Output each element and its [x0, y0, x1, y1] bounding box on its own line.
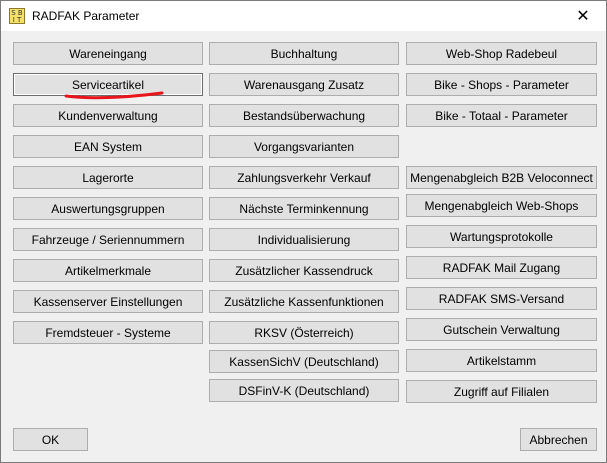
red-underline-annotation — [64, 91, 164, 100]
cancel-button[interactable]: Abbrechen — [520, 428, 597, 451]
dialog-window: S BI T RADFAK Parameter ✕ Wareneingang S… — [0, 0, 607, 463]
fahrzeuge-seriennummern-button[interactable]: Fahrzeuge / Seriennummern — [13, 228, 203, 251]
kundenverwaltung-button[interactable]: Kundenverwaltung — [13, 104, 203, 127]
wartungsprotokolle-button[interactable]: Wartungsprotokolle — [406, 225, 597, 248]
auswertungsgruppen-button[interactable]: Auswertungsgruppen — [13, 197, 203, 220]
vorgangsvarianten-button[interactable]: Vorgangsvarianten — [209, 135, 399, 158]
radfak-sms-versand-button[interactable]: RADFAK SMS-Versand — [406, 287, 597, 310]
warenausgang-zusatz-button[interactable]: Warenausgang Zusatz — [209, 73, 399, 96]
bike-totaal-parameter-button[interactable]: Bike - Totaal - Parameter — [406, 104, 597, 127]
zugriff-auf-filialen-button[interactable]: Zugriff auf Filialen — [406, 380, 597, 403]
zusaetzlicher-kassendruck-button[interactable]: Zusätzlicher Kassendruck — [209, 259, 399, 282]
naechste-terminkennung-button[interactable]: Nächste Terminkennung — [209, 197, 399, 220]
gutschein-verwaltung-button[interactable]: Gutschein Verwaltung — [406, 318, 597, 341]
mengenabgleich-web-shops-button[interactable]: Mengenabgleich Web-Shops — [406, 194, 597, 217]
radfak-mail-zugang-button[interactable]: RADFAK Mail Zugang — [406, 256, 597, 279]
ok-button[interactable]: OK — [13, 428, 88, 451]
web-shop-radebeul-button[interactable]: Web-Shop Radebeul — [406, 42, 597, 65]
wareneingang-button[interactable]: Wareneingang — [13, 42, 203, 65]
ean-system-button[interactable]: EAN System — [13, 135, 203, 158]
kassensichv-deutschland-button[interactable]: KassenSichV (Deutschland) — [209, 350, 399, 373]
zusaetzliche-kassenfunktionen-button[interactable]: Zusätzliche Kassenfunktionen — [209, 290, 399, 313]
buchhaltung-button[interactable]: Buchhaltung — [209, 42, 399, 65]
artikelmerkmale-button[interactable]: Artikelmerkmale — [13, 259, 203, 282]
close-button[interactable]: ✕ — [560, 1, 606, 31]
artikelstamm-button[interactable]: Artikelstamm — [406, 349, 597, 372]
rksv-oesterreich-button[interactable]: RKSV (Österreich) — [209, 321, 399, 344]
mengenabgleich-b2b-veloconnect-button[interactable]: Mengenabgleich B2B Veloconnect — [406, 166, 597, 189]
radfak-app-icon: S BI T — [9, 8, 25, 24]
bestandsueberwachung-button[interactable]: Bestandsüberwachung — [209, 104, 399, 127]
dsfinv-k-deutschland-button[interactable]: DSFinV-K (Deutschland) — [209, 379, 399, 402]
lagerorte-button[interactable]: Lagerorte — [13, 166, 203, 189]
window-title: RADFAK Parameter — [32, 9, 140, 23]
kassenserver-einstellungen-button[interactable]: Kassenserver Einstellungen — [13, 290, 203, 313]
title-bar[interactable]: S BI T RADFAK Parameter ✕ — [1, 1, 606, 31]
bike-shops-parameter-button[interactable]: Bike - Shops - Parameter — [406, 73, 597, 96]
fremdsteuer-systeme-button[interactable]: Fremdsteuer - Systeme — [13, 321, 203, 344]
zahlungsverkehr-verkauf-button[interactable]: Zahlungsverkehr Verkauf — [209, 166, 399, 189]
individualisierung-button[interactable]: Individualisierung — [209, 228, 399, 251]
